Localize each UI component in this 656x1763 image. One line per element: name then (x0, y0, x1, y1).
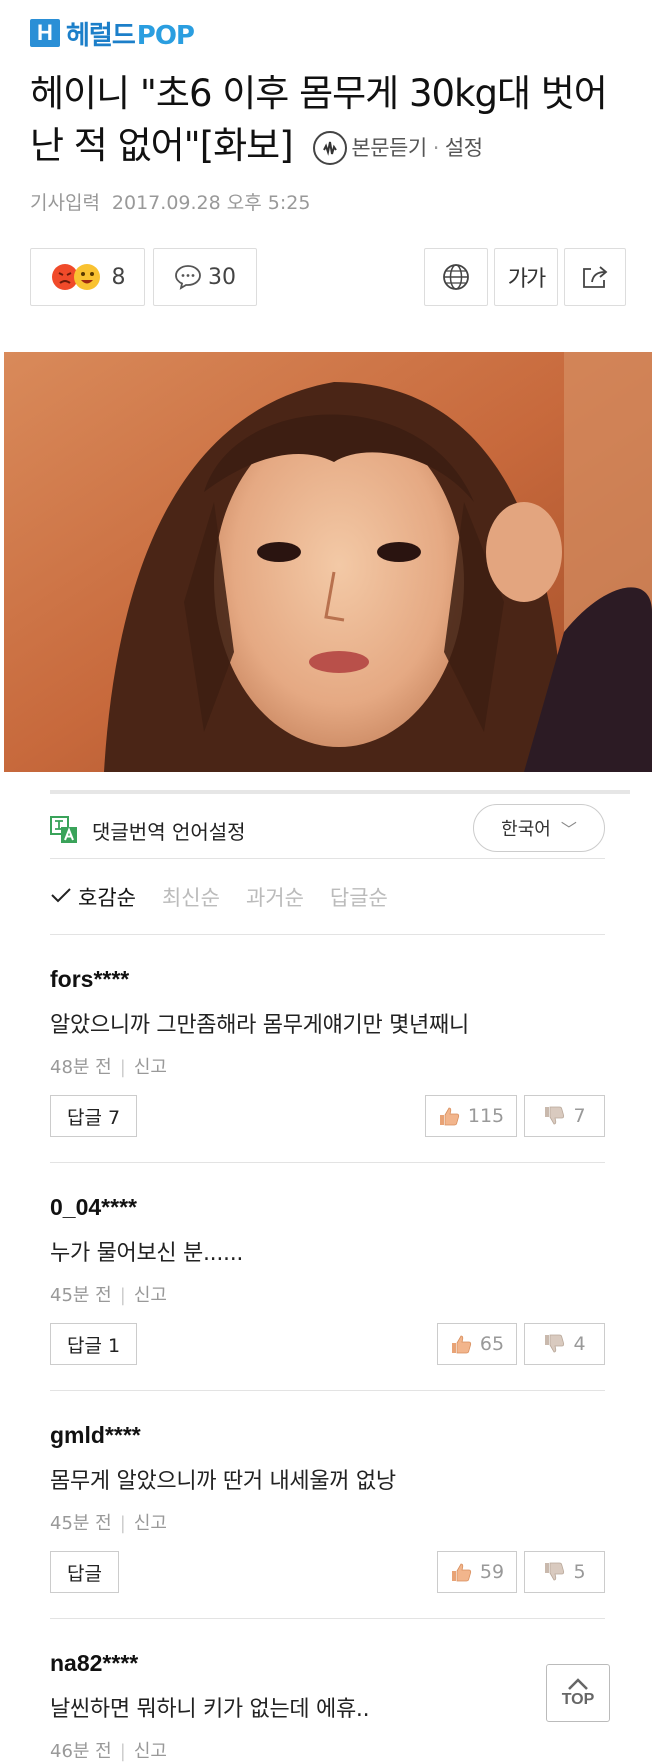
comment-text: 누가 물어보신 분...... (50, 1241, 244, 1266)
comment-user[interactable]: 0_04**** (50, 1194, 605, 1221)
reply-button[interactable]: 답글 (50, 1551, 119, 1593)
thumbs-down-icon (543, 1334, 565, 1354)
reaction-count: 8 (111, 264, 126, 290)
comment-user[interactable]: na82**** (50, 1650, 605, 1677)
comment-item: fors**** 알았으니까 그만좀해라 몸무게얘기만 몇년째니 48분 전 | 신… (50, 966, 605, 1137)
comment-user[interactable]: gmld**** (50, 1422, 605, 1449)
comment-meta: 46분 전 | 신고 (50, 1741, 167, 1762)
thumbs-up-icon (450, 1562, 472, 1582)
language-select[interactable]: 한국어 ﹀ (473, 804, 605, 852)
comment-meta: 48분 전 | 신고 (50, 1057, 167, 1078)
translate-icon (50, 816, 77, 843)
divider (50, 1618, 605, 1619)
top-label: TOP (561, 1691, 595, 1708)
speech-bubble-icon (175, 265, 201, 290)
sort-option-latest[interactable]: 최신순 (162, 882, 220, 912)
comment-translation-bar: 댓글번역 언어설정 한국어 ﹀ (50, 804, 605, 856)
divider (50, 1162, 605, 1163)
sort-tabs: 호감순 최신순 과거순 답글순 (50, 882, 414, 912)
separator: · (432, 135, 440, 160)
like-button[interactable]: 65 (437, 1323, 517, 1365)
comments-button[interactable]: 30 (153, 248, 257, 306)
comment-meta: 45분 전 | 신고 (50, 1285, 167, 1306)
like-count: 65 (479, 1333, 505, 1355)
logo-name: 헤럴드POP (66, 20, 195, 51)
portrait-image (4, 352, 652, 772)
comment-actions: 답글 7 115 7 (50, 1095, 605, 1137)
translate-label: 댓글번역 언어설정 (92, 819, 246, 844)
comment-user[interactable]: fors**** (50, 966, 605, 993)
comment-time: 45분 전 (50, 1513, 112, 1534)
dislike-count: 4 (573, 1333, 586, 1355)
article-photo (4, 352, 652, 772)
like-count: 115 (467, 1105, 505, 1127)
listen-button[interactable]: 본문듣기 (351, 122, 427, 174)
dislike-button[interactable]: 5 (524, 1551, 605, 1593)
thumbs-down-icon (543, 1106, 565, 1126)
translate-button[interactable] (424, 248, 488, 306)
dislike-count: 7 (573, 1105, 586, 1127)
thumbs-up-icon (450, 1334, 472, 1354)
sort-option-oldest[interactable]: 과거순 (246, 882, 304, 912)
scroll-top-button[interactable]: TOP (546, 1664, 610, 1722)
site-logo[interactable]: H 헤럴드POP (30, 16, 195, 51)
logo-mark: H (30, 19, 60, 47)
globe-icon (443, 264, 469, 290)
chevron-up-icon (568, 1678, 588, 1690)
comment-actions: 답글 59 5 (50, 1551, 605, 1593)
sort-option-replies[interactable]: 답글순 (330, 882, 388, 912)
check-icon (50, 885, 72, 909)
share-button[interactable] (564, 248, 626, 306)
thumbs-down-icon (543, 1562, 565, 1582)
thumbs-up-icon (438, 1106, 460, 1126)
article-title: 헤이니 "초6 이후 몸무게 30kg대 벗어난 적 없어"[화보] 본문듣기 … (30, 68, 630, 174)
report-link[interactable]: 신고 (134, 1513, 167, 1534)
like-button[interactable]: 115 (425, 1095, 517, 1137)
comment-meta: 45분 전 | 신고 (50, 1513, 167, 1534)
language-value: 한국어 (501, 819, 551, 840)
dislike-button[interactable]: 4 (524, 1323, 605, 1365)
divider (50, 1390, 605, 1391)
dislike-button[interactable]: 7 (524, 1095, 605, 1137)
settings-button[interactable]: 설정 (445, 122, 483, 174)
like-count: 59 (479, 1561, 505, 1583)
comment-time: 46분 전 (50, 1741, 112, 1762)
comment-text: 알았으니까 그만좀해라 몸무게얘기만 몇년째니 (50, 1013, 469, 1038)
comment-time: 48분 전 (50, 1057, 112, 1078)
listen-controls: 본문듣기 · 설정 (313, 122, 483, 174)
reaction-button[interactable]: 8 (30, 248, 145, 306)
comment-time: 45분 전 (50, 1285, 112, 1306)
share-icon (583, 266, 608, 288)
font-size-label: 가가 (507, 267, 547, 292)
comment-text: 날씬하면 뭐하니 키가 없는데 에휴.. (50, 1697, 370, 1722)
comment-item: 0_04**** 누가 물어보신 분...... 45분 전 | 신고 답글 1 6… (50, 1194, 605, 1365)
like-button[interactable]: 59 (437, 1551, 517, 1593)
section-divider (50, 790, 630, 794)
reply-button[interactable]: 답글 1 (50, 1323, 138, 1365)
listen-icon[interactable] (313, 130, 348, 165)
input-label: 기사입력 (30, 192, 100, 214)
article-date: 2017.09.28 오후 5:25 (111, 192, 311, 214)
report-link[interactable]: 신고 (134, 1285, 167, 1306)
divider (50, 858, 605, 859)
sort-option-likes[interactable]: 호감순 (78, 882, 136, 912)
report-link[interactable]: 신고 (134, 1741, 167, 1762)
article-meta: 기사입력 2017.09.28 오후 5:25 (30, 188, 310, 215)
comment-actions: 답글 1 65 4 (50, 1323, 605, 1365)
reply-button[interactable]: 답글 7 (50, 1095, 138, 1137)
font-size-button[interactable]: 가가 (494, 248, 558, 306)
comment-item: gmld**** 몸무게 알았으니까 딴거 내세울꺼 없낭 45분 전 | 신고 답… (50, 1422, 605, 1593)
chevron-down-icon: ﹀ (560, 820, 577, 839)
comment-item: na82**** 날씬하면 뭐하니 키가 없는데 에휴.. 46분 전 | 신고 (50, 1650, 605, 1763)
reaction-emoji-icon (51, 264, 100, 290)
report-link[interactable]: 신고 (134, 1057, 167, 1078)
comment-text: 몸무게 알았으니까 딴거 내세울꺼 없낭 (50, 1469, 396, 1494)
dislike-count: 5 (573, 1561, 586, 1583)
comment-count: 30 (208, 264, 236, 290)
divider (50, 934, 605, 935)
